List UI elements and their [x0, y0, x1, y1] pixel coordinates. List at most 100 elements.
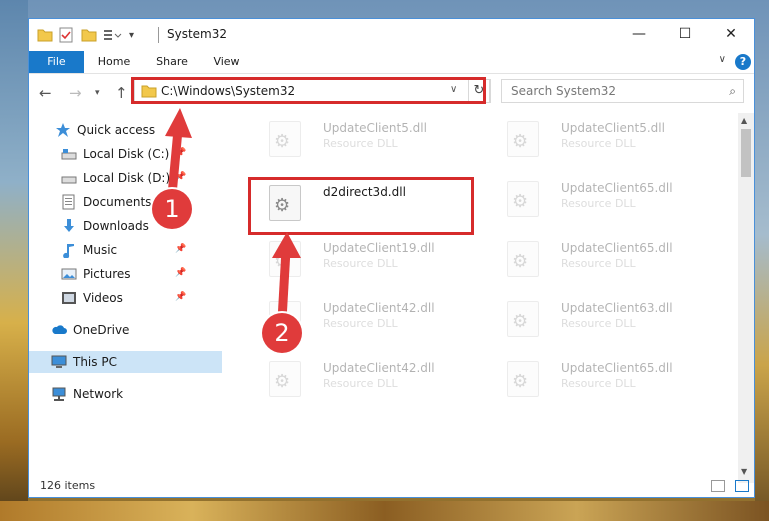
forward-arrow-icon[interactable]: → [69, 84, 82, 102]
sidebar-item-downloads[interactable]: Downloads 📌 [29, 215, 222, 237]
sidebar-item-label: Documents [83, 195, 152, 209]
details-view-icon[interactable] [711, 480, 725, 492]
tab-view[interactable]: View [204, 51, 249, 73]
search-icon: ⌕ [729, 84, 736, 98]
navigation-pane: Quick access Local Disk (C:) 📌 Local Dis… [29, 115, 222, 483]
file-type: Resource DLL [561, 137, 636, 150]
pin-icon[interactable]: 📌 [175, 268, 186, 278]
drive-icon [61, 146, 77, 162]
ribbon-expand-icon[interactable]: ∨ [719, 54, 726, 65]
file-name: UpdateClient5.dll [561, 121, 665, 135]
recent-locations-icon[interactable]: ▾ [95, 88, 100, 98]
tab-home[interactable]: Home [89, 51, 139, 73]
file-name: UpdateClient42.dll [323, 301, 435, 315]
properties-icon[interactable] [59, 26, 73, 44]
file-item[interactable]: ⚙ UpdateClient5.dll Resource DLL [489, 117, 709, 161]
file-item[interactable]: ⚙ UpdateClient65.dll Resource DLL [489, 357, 709, 401]
desktop-background-bottom [0, 501, 769, 521]
sidebar-item-label: Quick access [77, 123, 156, 137]
sidebar-item-label: Network [73, 387, 124, 401]
pin-icon[interactable]: 📌 [175, 292, 186, 302]
large-icons-view-icon[interactable] [735, 480, 749, 492]
dll-file-icon: ⚙ [269, 121, 301, 157]
scroll-down-icon[interactable]: ▼ [741, 467, 747, 476]
file-type: Resource DLL [561, 317, 636, 330]
folder-icon [37, 26, 53, 44]
music-icon [61, 242, 77, 259]
scroll-up-icon[interactable]: ▲ [741, 116, 747, 125]
step-1-callout: 1 [152, 189, 192, 229]
tab-file[interactable]: File [29, 51, 84, 73]
network-icon [51, 386, 67, 402]
dll-file-icon: ⚙ [269, 361, 301, 397]
scrollbar-thumb[interactable] [741, 129, 751, 177]
minimize-button[interactable]: — [616, 19, 662, 49]
file-name: UpdateClient65.dll [561, 241, 673, 255]
desktop-background-left [0, 0, 28, 521]
dll-file-icon: ⚙ [507, 361, 539, 397]
close-button[interactable]: ✕ [708, 19, 754, 49]
sidebar-item-videos[interactable]: Videos 📌 [29, 287, 222, 309]
up-arrow-icon[interactable]: ↑ [115, 84, 128, 102]
search-box[interactable]: Search System32 ⌕ [501, 79, 744, 103]
sidebar-item-label: Music [83, 243, 118, 257]
file-name: UpdateClient5.dll [323, 121, 427, 135]
title-bar: ▾ System32 — ☐ ✕ [29, 19, 754, 51]
file-highlight-box [248, 177, 474, 235]
sidebar-item-onedrive[interactable]: OneDrive [29, 319, 222, 341]
maximize-button[interactable]: ☐ [662, 19, 708, 49]
file-item[interactable]: ⚙ UpdateClient5.dll Resource DLL [251, 117, 471, 161]
file-item[interactable]: ⚙ UpdateClient19.dll Resource DLL [251, 237, 471, 281]
sidebar-item-label: Videos [83, 291, 123, 305]
computer-icon [51, 354, 67, 370]
navigation-bar: ← → ▾ ↑ C:\Windows\System32 ∨ ↻ Search S… [29, 74, 754, 112]
title-separator [158, 27, 159, 43]
file-item[interactable]: ⚙ UpdateClient65.dll Resource DLL [489, 237, 709, 281]
cloud-icon [51, 322, 67, 338]
file-name: UpdateClient42.dll [323, 361, 435, 375]
sidebar-item-network[interactable]: Network [29, 383, 222, 405]
sidebar-item-this-pc[interactable]: This PC [29, 351, 222, 373]
search-placeholder: Search System32 [511, 84, 617, 98]
file-type: Resource DLL [323, 137, 398, 150]
sidebar-item-label: Local Disk (D:) [83, 171, 171, 185]
pin-icon[interactable]: 📌 [175, 148, 186, 158]
sidebar-item-pictures[interactable]: Pictures 📌 [29, 263, 222, 285]
star-icon [55, 122, 71, 138]
step-2-callout: 2 [262, 313, 302, 353]
file-type: Resource DLL [561, 377, 636, 390]
tab-share[interactable]: Share [147, 51, 197, 73]
file-item[interactable]: ⚙ UpdateClient65.dll Resource DLL [489, 177, 709, 221]
sidebar-item-quick-access[interactable]: Quick access [29, 119, 222, 141]
desktop-background-right [755, 0, 769, 521]
back-arrow-icon[interactable]: ← [39, 84, 52, 102]
pin-icon[interactable]: 📌 [175, 172, 186, 182]
pin-icon[interactable]: 📌 [175, 244, 186, 254]
file-list: ⚙ UpdateClient5.dll Resource DLL ⚙ d2dir… [225, 115, 738, 483]
item-count: 126 items [40, 479, 96, 492]
help-button[interactable]: ? [735, 54, 751, 70]
sidebar-item-music[interactable]: Music 📌 [29, 239, 222, 261]
file-type: Resource DLL [561, 257, 636, 270]
sidebar-item-documents[interactable]: Documents 📌 [29, 191, 222, 213]
sidebar-item-label: Pictures [83, 267, 131, 281]
sidebar-item-label: This PC [73, 355, 117, 369]
status-bar: 126 items [29, 477, 754, 497]
download-icon [61, 218, 77, 234]
dll-file-icon: ⚙ [507, 181, 539, 217]
dll-file-icon: ⚙ [507, 241, 539, 277]
videos-icon [61, 290, 77, 306]
file-name: UpdateClient19.dll [323, 241, 435, 255]
customize-toolbar-icon[interactable] [103, 26, 123, 44]
new-folder-icon[interactable] [81, 26, 97, 44]
sidebar-item-local-disk-c[interactable]: Local Disk (C:) 📌 [29, 143, 222, 165]
sidebar-item-local-disk-d[interactable]: Local Disk (D:) 📌 [29, 167, 222, 189]
file-item[interactable]: ⚙ UpdateClient63.dll Resource DLL [489, 297, 709, 341]
pictures-icon [61, 266, 77, 282]
drive-icon [61, 170, 77, 186]
vertical-scrollbar[interactable]: ▲ ▼ [738, 113, 754, 483]
sidebar-item-label: Downloads [83, 219, 149, 233]
file-item[interactable]: ⚙ UpdateClient42.dll Resource DLL [251, 357, 471, 401]
documents-icon [61, 194, 77, 210]
quick-access-dropdown-icon[interactable]: ▾ [129, 26, 134, 44]
